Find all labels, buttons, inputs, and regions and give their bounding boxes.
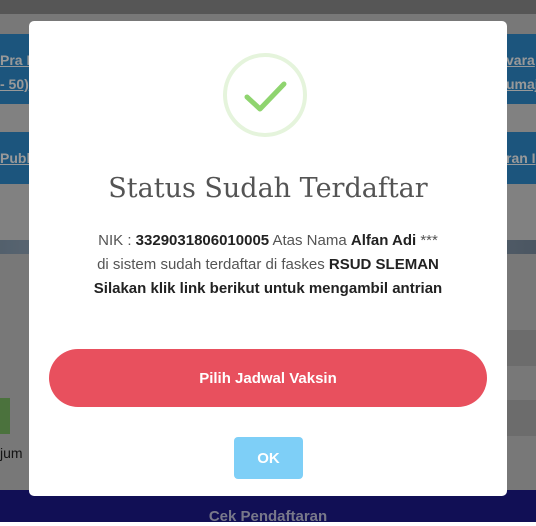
- success-check-icon: [223, 53, 307, 137]
- name-prefix: Atas Nama: [272, 232, 347, 249]
- faskes-line: di sistem sudah terdaftar di faskes RSUD…: [29, 255, 507, 275]
- dialog-title: Status Sudah Terdaftar: [108, 173, 428, 204]
- nik-value: 3329031806010005: [135, 232, 270, 249]
- nik-line: NIK : 3329031806010005 Atas Nama Alfan A…: [29, 231, 507, 251]
- name-value: Alfan Adi: [350, 232, 417, 249]
- instruction-line: Silakan klik link berikut untuk mengambi…: [29, 279, 507, 299]
- pilih-jadwal-vaksin-button[interactable]: Pilih Jadwal Vaksin: [49, 349, 487, 407]
- ok-button[interactable]: OK: [234, 437, 303, 479]
- faskes-value: RSUD SLEMAN: [328, 256, 439, 273]
- nik-prefix: NIK :: [98, 232, 132, 249]
- instruction-text: Silakan klik link berikut untuk mengambi…: [93, 280, 443, 297]
- status-dialog: Status Sudah Terdaftar NIK : 33290318060…: [29, 21, 507, 496]
- faskes-prefix: di sistem sudah terdaftar di faskes: [97, 256, 325, 273]
- name-mask: ***: [420, 232, 438, 249]
